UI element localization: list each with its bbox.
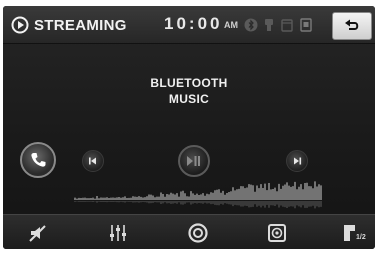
back-arrow-icon	[345, 19, 359, 30]
disc-icon[interactable]	[187, 222, 209, 244]
clock-ampm: AM	[224, 20, 238, 30]
sd-card-icon	[281, 19, 293, 32]
mute-icon[interactable]	[27, 222, 49, 244]
play-circle-icon[interactable]	[11, 16, 29, 34]
bottom-bar: 1/2	[3, 214, 375, 249]
speaker-icon[interactable]	[266, 222, 288, 244]
bluetooth-icon	[244, 18, 258, 32]
source-title: STREAMING	[34, 17, 127, 34]
previous-track-icon	[89, 157, 96, 165]
top-bar: STREAMING 10:00 AM	[3, 6, 375, 44]
play-pause-button[interactable]	[178, 145, 210, 177]
track-title-line2: MUSIC	[168, 92, 210, 106]
audio-waveform	[74, 181, 322, 209]
play-pause-icon	[187, 156, 200, 166]
phone-button[interactable]	[20, 142, 56, 178]
page-indicator[interactable]: 1/2	[356, 234, 366, 241]
equalizer-icon[interactable]	[107, 222, 129, 244]
clock-time: 10:00	[164, 14, 223, 33]
track-title-line1: BLUETOOTH	[150, 76, 228, 90]
top-bar-divider	[3, 43, 375, 44]
previous-track-button[interactable]	[82, 150, 104, 172]
usb-icon	[265, 19, 273, 31]
next-track-icon	[294, 157, 302, 165]
back-button[interactable]	[332, 12, 372, 40]
device-icon	[300, 18, 312, 32]
head-unit-screen: STREAMING 10:00 AM BLUETOOTH MUSIC 1/2	[3, 6, 375, 249]
next-track-button[interactable]	[286, 150, 308, 172]
phone-icon	[31, 153, 46, 167]
